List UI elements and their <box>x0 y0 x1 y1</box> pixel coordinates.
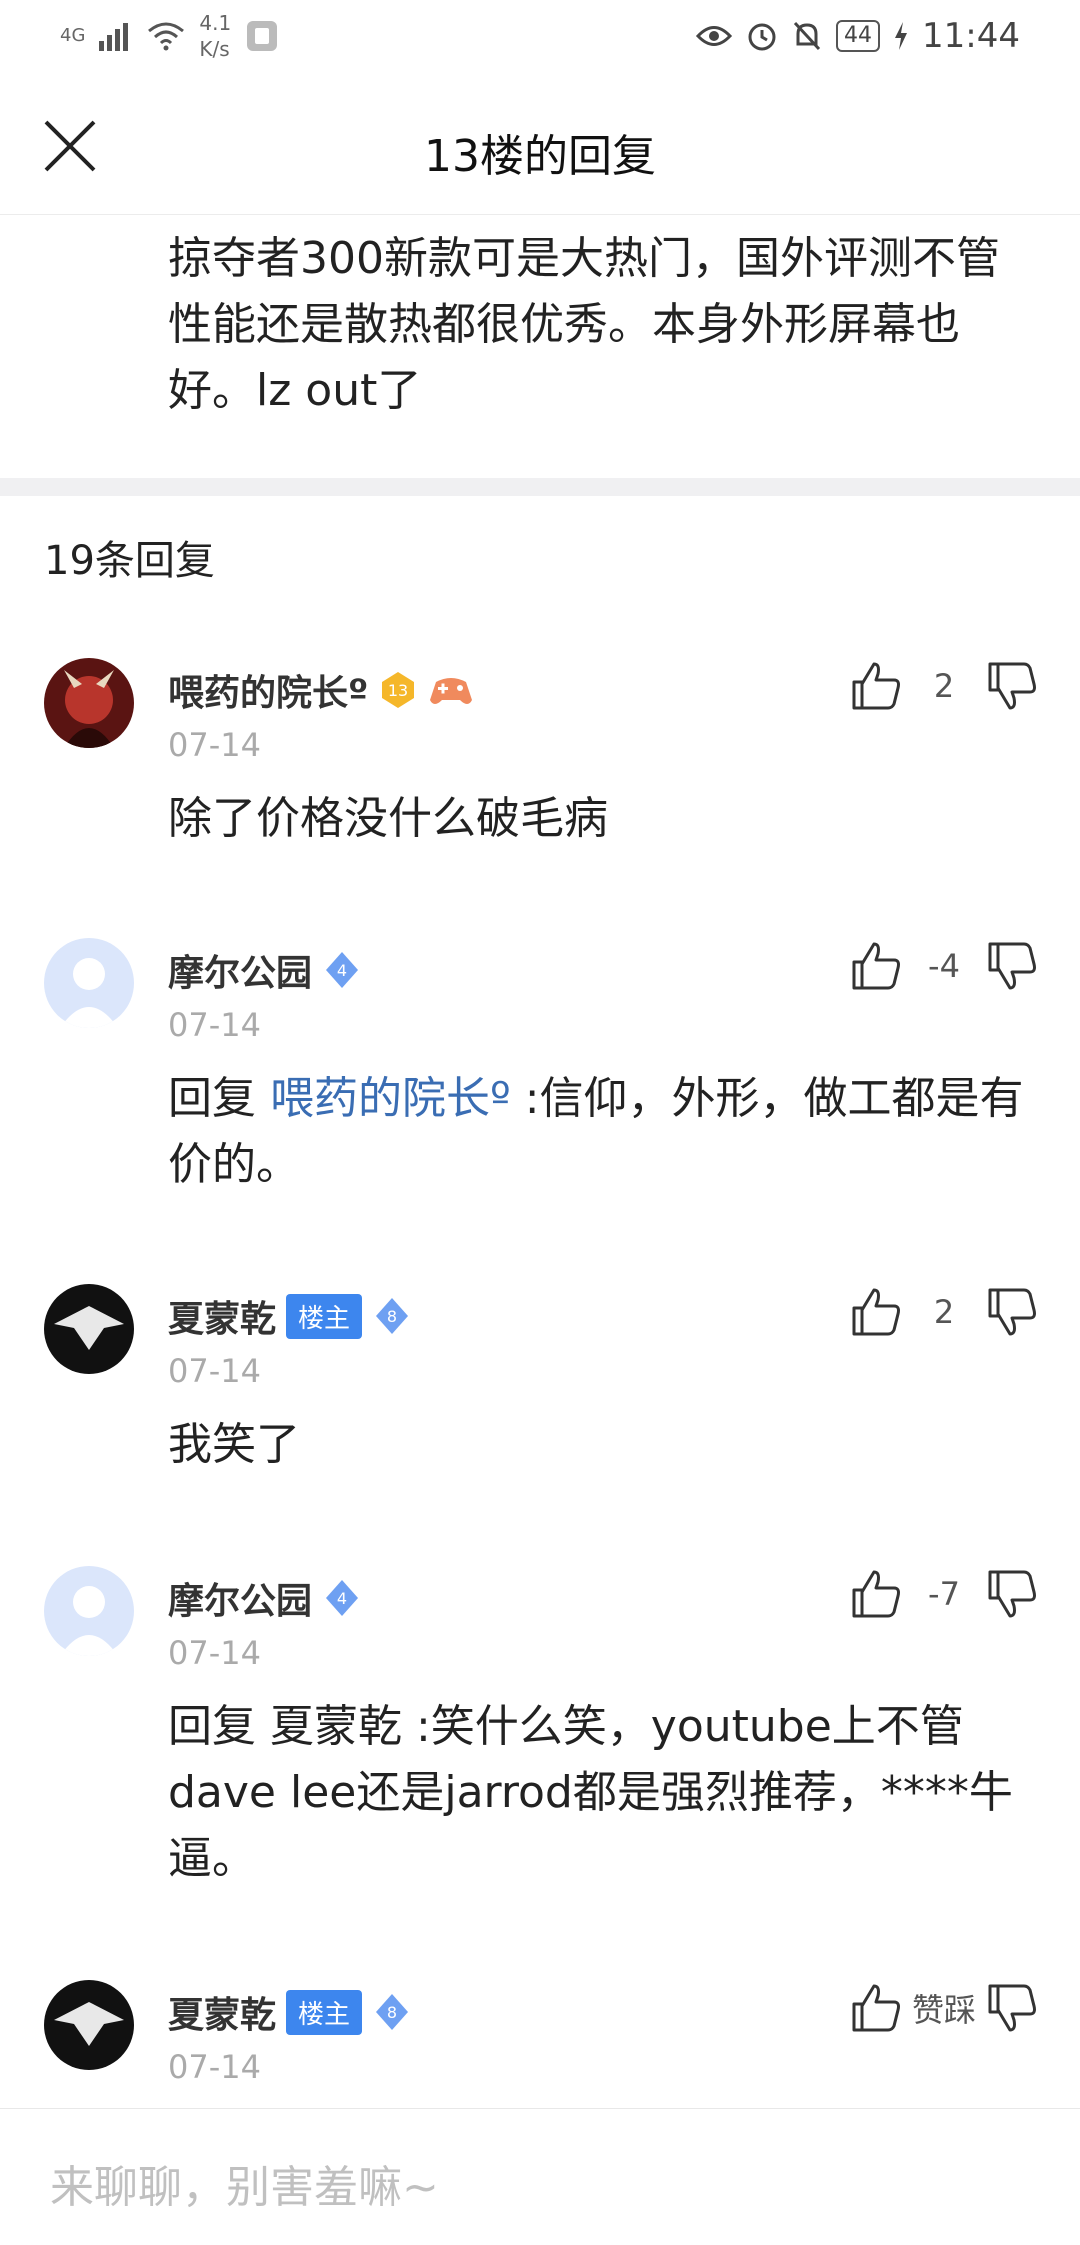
alarm-icon <box>748 23 776 51</box>
level-number: 4 <box>337 961 347 980</box>
level-badge-icon: 4 <box>326 952 359 988</box>
username[interactable]: 喂药的院长º <box>168 664 368 716</box>
reply-prefix: 回复 <box>168 1073 270 1124</box>
user-info: 喂药的院长º 13 <box>168 664 474 716</box>
network-type: 4G <box>60 25 86 46</box>
clock: 11:44 <box>922 16 1020 56</box>
level-number: 13 <box>388 681 408 700</box>
status-left: 4G 4.1 K/s <box>60 10 279 62</box>
thumbs-up-icon[interactable] <box>848 1284 904 1340</box>
mention-link[interactable]: 喂药的院长º <box>270 1073 511 1124</box>
avatar[interactable] <box>44 1284 134 1374</box>
vote-controls: 2 <box>848 1284 1040 1340</box>
speed-unit: K/s <box>199 37 230 61</box>
status-right: 44 11:44 <box>696 16 1020 56</box>
comment-date: 07-14 <box>168 1006 261 1044</box>
comment-input[interactable]: 来聊聊，别害羞嘛~ <box>50 2151 439 2215</box>
comment-date: 07-14 <box>168 2048 261 2086</box>
comment-text: 除了价格没什么破毛病 <box>168 793 608 844</box>
game-controller-icon <box>430 678 473 704</box>
speed-value: 4.1 <box>199 11 232 35</box>
section-divider <box>0 478 1080 496</box>
comment-text: 我笑了 <box>168 1419 300 1470</box>
signal-icon <box>99 23 129 51</box>
reply-count: 19条回复 <box>44 538 215 584</box>
app-notification-icon <box>247 21 278 51</box>
wifi-icon <box>148 22 185 51</box>
thumbs-down-icon[interactable] <box>984 658 1040 714</box>
mute-bell-icon <box>793 21 821 51</box>
level-number: 8 <box>387 1307 397 1326</box>
comment-date: 07-14 <box>168 726 261 764</box>
comment-text: 回复 夏蒙乾 :笑什么笑，youtube上不管dave lee还是jarrod都… <box>168 1701 1013 1884</box>
eye-icon <box>696 26 733 46</box>
comment-text: 回复 喂药的院长º :信仰，外形，做工都是有价的。 <box>168 1066 1048 1198</box>
level-number: 4 <box>337 1589 347 1608</box>
like-count: 2 <box>933 667 955 705</box>
vote-controls: -4 <box>848 938 1040 994</box>
battery-indicator: 44 <box>836 20 881 52</box>
thumbs-up-icon[interactable] <box>848 658 904 714</box>
thumbs-up-icon[interactable] <box>848 1980 904 2036</box>
page-title: 13楼的回复 <box>424 131 656 182</box>
avatar[interactable] <box>44 938 134 1028</box>
vote-controls: -7 <box>848 1566 1040 1622</box>
thumbs-down-icon[interactable] <box>984 1980 1040 2036</box>
avatar[interactable] <box>44 1566 134 1656</box>
comment-date: 07-14 <box>168 1352 261 1390</box>
thumbs-down-icon[interactable] <box>984 1284 1040 1340</box>
username[interactable]: 夏蒙乾 <box>168 1986 276 2038</box>
top-bar: 13楼的回复 <box>0 80 1080 215</box>
user-info: 夏蒙乾 楼主 8 <box>168 1290 412 1342</box>
level-badge-icon: 4 <box>326 1580 359 1616</box>
username[interactable]: 摩尔公园 <box>168 1572 312 1624</box>
level-number: 8 <box>387 2003 397 2022</box>
thumbs-up-icon[interactable] <box>848 938 904 994</box>
thumbs-down-icon[interactable] <box>984 1566 1040 1622</box>
user-info: 摩尔公园 4 <box>168 944 362 996</box>
like-count: 赞踩 <box>911 1991 976 2029</box>
thumbs-down-icon[interactable] <box>984 938 1040 994</box>
original-post-text: 掠夺者300新款可是大热门，国外评测不管性能还是散热都很优秀。本身外形屏幕也好。… <box>168 233 1000 416</box>
avatar[interactable] <box>44 1980 134 2070</box>
comment-date: 07-14 <box>168 1634 261 1672</box>
network-speed: 4.1 K/s <box>199 10 231 62</box>
like-count: -7 <box>928 1575 960 1613</box>
op-badge: 楼主 <box>286 1293 363 1339</box>
user-info: 夏蒙乾 楼主 8 <box>168 1986 412 2038</box>
level-badge-icon: 8 <box>376 1994 409 2030</box>
comment-input-bar[interactable]: 来聊聊，别害羞嘛~ <box>0 2108 1080 2245</box>
like-count: 2 <box>933 1293 955 1331</box>
username[interactable]: 摩尔公园 <box>168 944 312 996</box>
user-info: 摩尔公园 4 <box>168 1572 362 1624</box>
op-badge: 楼主 <box>286 1989 363 2035</box>
thumbs-up-icon[interactable] <box>848 1566 904 1622</box>
avatar[interactable] <box>44 658 134 748</box>
charging-icon <box>895 22 908 50</box>
username[interactable]: 夏蒙乾 <box>168 1290 276 1342</box>
status-bar: 4G 4.1 K/s 44 11:44 <box>0 0 1080 80</box>
level-badge-icon: 13 <box>382 672 415 708</box>
like-count: -4 <box>928 947 960 985</box>
vote-controls: 2 <box>848 658 1040 714</box>
level-badge-icon: 8 <box>376 1298 409 1334</box>
vote-controls: 赞踩 <box>848 1980 1040 2036</box>
